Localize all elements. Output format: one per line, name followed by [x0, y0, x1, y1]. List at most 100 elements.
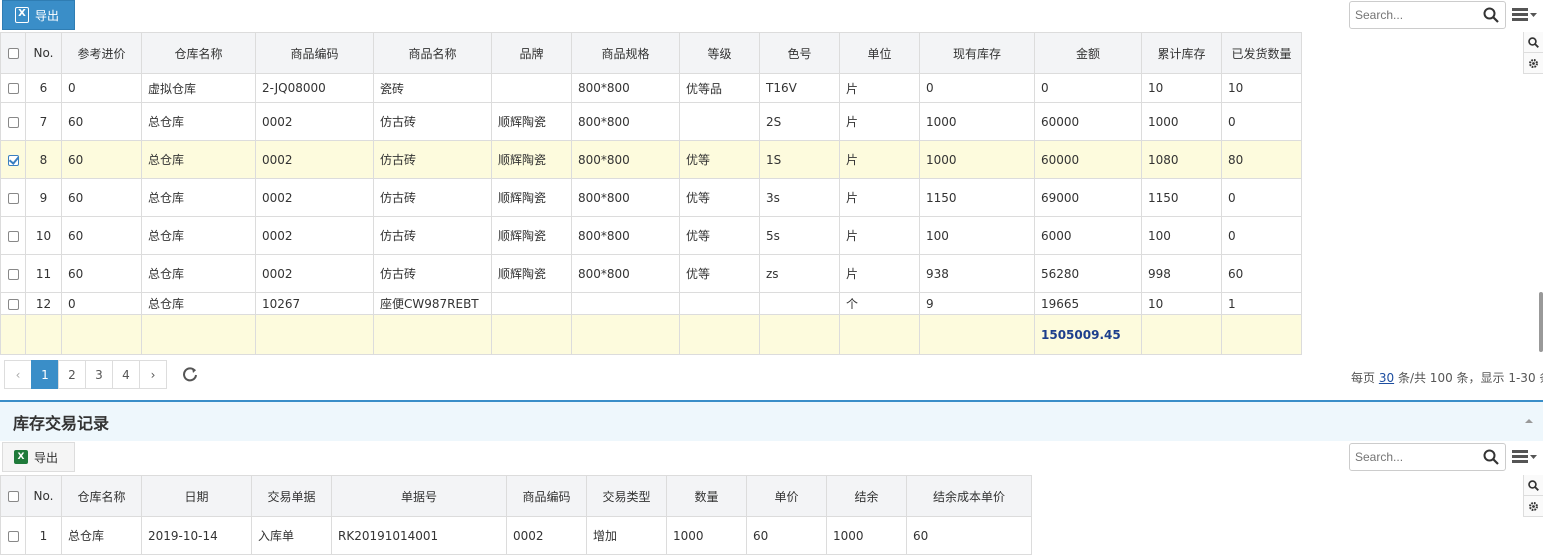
total-cell [255, 314, 374, 355]
row-checkbox[interactable] [0, 216, 26, 255]
search-input[interactable] [1355, 8, 1475, 22]
col-no[interactable]: No. [25, 32, 62, 74]
table-cell: 1S [759, 140, 840, 179]
table-row[interactable]: 7 60 总仓库 0002 仿古砖 顺辉陶瓷 800*800 2S 片 1000 60000 1000… [0, 102, 1302, 141]
table-cell: 80 [1221, 140, 1302, 179]
row-checkbox[interactable] [0, 102, 26, 141]
col-ref-price[interactable]: 参考进价 [61, 32, 142, 74]
page-2[interactable]: 2 [58, 360, 86, 389]
table-cell: 优等 [679, 216, 760, 255]
page-info-suffix: 条/共 100 条，显示 1-30 条 [1397, 371, 1543, 385]
tx-col-doc-no[interactable]: 单据号 [331, 475, 507, 517]
tx-col-product-code[interactable]: 商品编码 [506, 475, 587, 517]
tx-col-no[interactable]: No. [25, 475, 62, 517]
col-stock[interactable]: 现有库存 [919, 32, 1035, 74]
table-cell: 0 [1221, 178, 1302, 217]
table-search-icon[interactable] [1524, 475, 1543, 496]
page-4[interactable]: 4 [112, 360, 140, 389]
col-spec[interactable]: 商品规格 [571, 32, 680, 74]
table-cell [491, 73, 572, 103]
table-cell: 优等 [679, 178, 760, 217]
page-size-link[interactable]: 30 [1379, 371, 1394, 385]
table-cell: 总仓库 [141, 102, 256, 141]
row-checkbox[interactable] [0, 516, 26, 555]
table-cell: 片 [839, 73, 920, 103]
tx-col-date[interactable]: 日期 [141, 475, 252, 517]
row-checkbox[interactable] [0, 292, 26, 315]
table-cell [679, 292, 760, 315]
transactions-search-input[interactable] [1355, 450, 1475, 464]
table-cell: 优等 [679, 254, 760, 293]
table-settings-icon[interactable] [1524, 496, 1543, 517]
page-1[interactable]: 1 [31, 360, 59, 389]
scrollbar-thumb[interactable] [1539, 292, 1543, 352]
total-row: 1505009.45 [0, 314, 1302, 355]
table-cell: 仿古砖 [373, 102, 492, 141]
table-row[interactable]: 12 0 总仓库 10267 座便CW987REBT 个 9 19665 10 1 [0, 292, 1302, 315]
tx-col-balance-cost[interactable]: 结余成本单价 [906, 475, 1032, 517]
export-button[interactable]: X 导出 [2, 0, 75, 30]
search-icon[interactable] [1483, 7, 1499, 23]
table-cell: 0002 [506, 516, 587, 555]
transactions-columns-toggle[interactable] [1512, 450, 1537, 464]
table-cell [491, 292, 572, 315]
total-cell [491, 314, 572, 355]
next-page-button[interactable]: › [139, 360, 167, 389]
tx-col-balance[interactable]: 结余 [826, 475, 907, 517]
transactions-export-label: 导出 [34, 450, 59, 465]
tx-col-doc[interactable]: 交易单据 [251, 475, 332, 517]
select-all-checkbox[interactable] [0, 32, 26, 74]
table-search-icon[interactable] [1524, 32, 1543, 53]
table-cell: 优等品 [679, 73, 760, 103]
col-product-code[interactable]: 商品编码 [255, 32, 374, 74]
collapse-arrow-icon[interactable] [1525, 419, 1533, 423]
tx-select-all-checkbox[interactable] [0, 475, 26, 517]
page-3[interactable]: 3 [85, 360, 113, 389]
columns-toggle-button[interactable] [1512, 8, 1537, 22]
table-cell: 60 [61, 140, 142, 179]
table-cell: 片 [839, 102, 920, 141]
search-icon[interactable] [1483, 449, 1499, 465]
table-row[interactable]: 9 60 总仓库 0002 仿古砖 顺辉陶瓷 800*800 优等 3s 片 1150 69000 11… [0, 178, 1302, 217]
table-cell: 100 [1141, 216, 1222, 255]
tx-col-type[interactable]: 交易类型 [586, 475, 667, 517]
excel-icon: X [14, 450, 28, 464]
refresh-icon[interactable] [182, 366, 198, 382]
tx-col-price[interactable]: 单价 [746, 475, 827, 517]
table-cell: RK20191014001 [331, 516, 507, 555]
col-amount[interactable]: 金额 [1034, 32, 1142, 74]
tx-col-warehouse[interactable]: 仓库名称 [61, 475, 142, 517]
table-cell: 69000 [1034, 178, 1142, 217]
row-checkbox[interactable] [0, 254, 26, 293]
table-cell: 998 [1141, 254, 1222, 293]
row-checkbox[interactable] [0, 73, 26, 103]
col-color[interactable]: 色号 [759, 32, 840, 74]
col-shipped[interactable]: 已发货数量 [1221, 32, 1302, 74]
table-row[interactable]: 1 总仓库 2019-10-14 入库单 RK20191014001 0002 增加 1000… [0, 516, 1032, 555]
table-cell: 1000 [919, 102, 1035, 141]
col-unit[interactable]: 单位 [839, 32, 920, 74]
pagination: ‹ 1 2 3 4 › [4, 360, 167, 389]
table-tools [1523, 32, 1543, 74]
table-cell: 60 [61, 254, 142, 293]
table-cell: 60 [746, 516, 827, 555]
col-grade[interactable]: 等级 [679, 32, 760, 74]
col-product-name[interactable]: 商品名称 [373, 32, 492, 74]
table-cell: 800*800 [571, 73, 680, 103]
table-row[interactable]: 11 60 总仓库 0002 仿古砖 顺辉陶瓷 800*800 优等 zs 片 938 56280 99… [0, 254, 1302, 293]
col-warehouse[interactable]: 仓库名称 [141, 32, 256, 74]
prev-page-button[interactable]: ‹ [4, 360, 32, 389]
row-checkbox[interactable] [0, 178, 26, 217]
table-row[interactable]: 6 0 虚拟仓库 2-JQ08000 瓷砖 800*800 优等品 T16V 片 0 0 10 10 [0, 73, 1302, 103]
col-cumulative[interactable]: 累计库存 [1141, 32, 1222, 74]
search-box[interactable] [1349, 1, 1506, 29]
row-checkbox[interactable] [0, 140, 26, 179]
tx-col-qty[interactable]: 数量 [666, 475, 747, 517]
transactions-search-box[interactable] [1349, 443, 1506, 471]
table-cell: 800*800 [571, 254, 680, 293]
table-row[interactable]: 8 60 总仓库 0002 仿古砖 顺辉陶瓷 800*800 优等 1S 片 1000 60000 10… [0, 140, 1302, 179]
col-brand[interactable]: 品牌 [491, 32, 572, 74]
transactions-export-button[interactable]: X 导出 [2, 442, 75, 472]
table-row[interactable]: 10 60 总仓库 0002 仿古砖 顺辉陶瓷 800*800 优等 5s 片 100 6000 100… [0, 216, 1302, 255]
table-settings-icon[interactable] [1524, 53, 1543, 74]
